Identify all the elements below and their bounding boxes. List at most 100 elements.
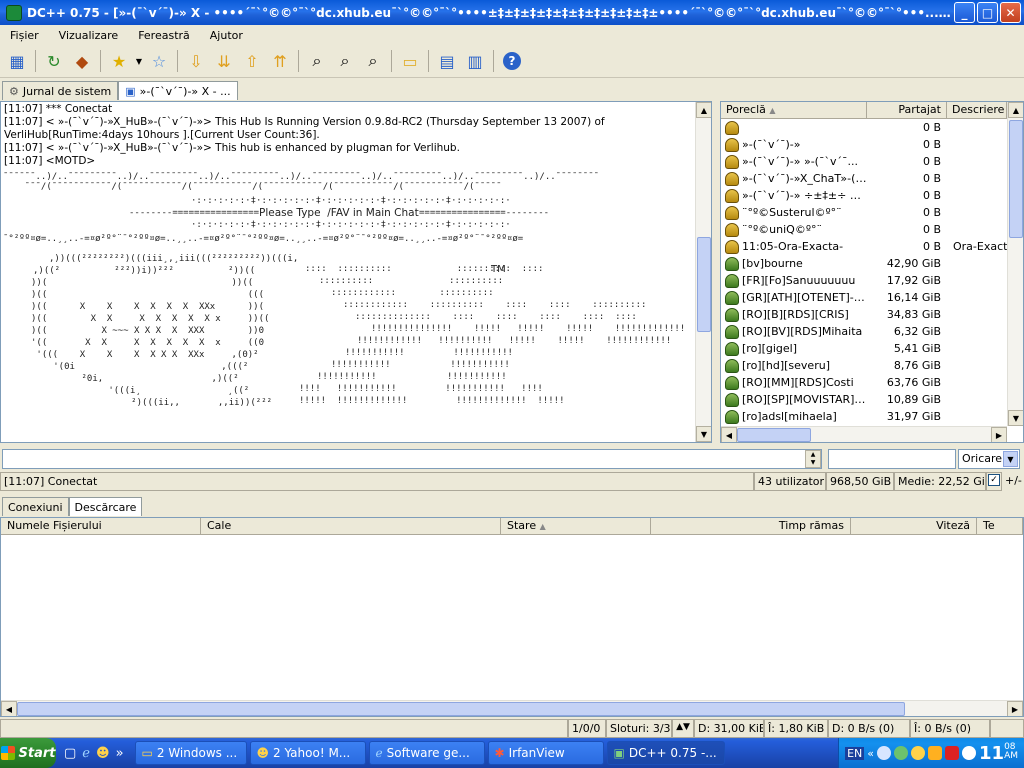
user-row[interactable]: ¨°º©Susterul©º°¨ 0 B <box>721 204 1023 221</box>
quicklaunch-chevron-icon[interactable]: » <box>116 746 124 761</box>
scroll-right-icon[interactable]: ▶ <box>991 427 1007 442</box>
scroll-up-icon[interactable]: ▲ <box>1008 102 1023 118</box>
user-row[interactable]: [ro]adsl[mihaela] 31,97 GiB <box>721 408 1023 425</box>
user-row[interactable]: 11:05-Ora-Exacta- 0 B Ora-Exacta <box>721 238 1023 255</box>
favorite-hubs-icon[interactable]: ★ <box>106 48 132 74</box>
column-description[interactable]: Descriere <box>947 102 1007 118</box>
show-users-checkbox[interactable]: ✓ <box>986 472 1002 491</box>
userlist-hscroll-thumb[interactable] <box>737 428 811 442</box>
tray-messenger-icon[interactable] <box>911 746 926 760</box>
help-icon[interactable]: ? <box>499 48 525 74</box>
user-row[interactable]: »-(¯`v´¯)-»X_ChaT»-(¯... 0 B <box>721 170 1023 187</box>
search-icon[interactable]: ⌕ <box>304 48 330 74</box>
tab-downloads[interactable]: Descărcare <box>68 497 143 516</box>
menu-window[interactable]: Fereastră <box>128 29 200 42</box>
user-row[interactable]: »-(¯`v´¯)-» »-(¯`v´¯... 0 B <box>721 153 1023 170</box>
column-speed[interactable]: Viteză <box>851 518 977 534</box>
filter-column-select[interactable]: Oricare ▼ <box>958 449 1020 469</box>
user-row[interactable]: [GR][ATH][OTENET]-Mi... 16,14 GiB <box>721 289 1023 306</box>
clock[interactable]: 1108 AM <box>979 742 1018 764</box>
chat-scrollbar[interactable]: ▲ ▼ <box>695 102 711 442</box>
finished-downloads-icon[interactable]: ⇊ <box>211 48 237 74</box>
show-desktop-icon[interactable]: ▢ <box>64 746 76 761</box>
menu-help[interactable]: Ajutor <box>200 29 253 42</box>
taskbar-item-yahoo-messenger[interactable]: ☻ 2 Yahoo! M... <box>249 741 366 765</box>
favorite-users-icon[interactable]: ☆ <box>146 48 172 74</box>
column-status[interactable]: Stare ▲ <box>501 518 651 534</box>
tray-bluetooth-icon[interactable] <box>962 746 977 760</box>
minimize-button[interactable]: _ <box>954 2 975 23</box>
transfers-hscrollbar[interactable]: ◀ ▶ <box>1 700 1023 716</box>
chevron-down-icon[interactable]: ▼ <box>1003 451 1018 467</box>
column-total[interactable]: Te <box>977 518 1023 534</box>
search-spy-icon[interactable]: ⌕ <box>360 48 386 74</box>
tab-connections[interactable]: Conexiuni <box>2 497 69 516</box>
follow-redirect-icon[interactable]: ◆ <box>69 48 95 74</box>
tray-chevron-icon[interactable]: « <box>867 747 874 760</box>
chat-message-input[interactable] <box>2 449 822 469</box>
user-list[interactable]: Poreclă ▲ Partajat Descriere 0 B »-(¯`v´¯… <box>720 101 1024 443</box>
userlist-scroll-thumb[interactable] <box>1009 120 1023 238</box>
user-filter-input[interactable] <box>828 449 956 469</box>
user-row[interactable]: [RO][B][RDS][CRIS] 34,83 GiB <box>721 306 1023 323</box>
language-indicator[interactable]: EN <box>845 746 865 760</box>
taskbar-item-irfanview[interactable]: ✱ IrfanView <box>487 741 604 765</box>
userlist-scrollbar[interactable]: ▲ ▼ <box>1007 102 1023 426</box>
public-hubs-icon[interactable]: ▦ <box>4 48 30 74</box>
finished-uploads-icon[interactable]: ⇈ <box>267 48 293 74</box>
menu-view[interactable]: Vizualizare <box>49 29 129 42</box>
user-row[interactable]: 0 B <box>721 119 1023 136</box>
scroll-left-icon[interactable]: ◀ <box>721 427 737 442</box>
upload-queue-icon[interactable]: ⇧ <box>239 48 265 74</box>
scroll-down-icon[interactable]: ▼ <box>1008 410 1023 426</box>
tray-network-icon[interactable] <box>894 746 909 760</box>
maximize-button[interactable]: □ <box>977 2 998 23</box>
tab-system-log[interactable]: ⚙ Jurnal de sistem <box>2 81 119 100</box>
column-path[interactable]: Cale <box>201 518 501 534</box>
notepad-icon[interactable]: ▥ <box>462 48 488 74</box>
user-row[interactable]: ¨°º©uniQ©º°¨ 0 B <box>721 221 1023 238</box>
menu-file[interactable]: Fișier <box>0 29 49 42</box>
taskbar-item-browser[interactable]: ℯ Software ge... <box>368 741 485 765</box>
column-time-left[interactable]: Timp rămas <box>651 518 851 534</box>
user-row[interactable]: [RO][SP][MOVISTAR]D... 10,89 GiB <box>721 391 1023 408</box>
reconnect-icon[interactable]: ↻ <box>41 48 67 74</box>
user-row[interactable]: [bv]bourne 42,90 GiB <box>721 255 1023 272</box>
close-button[interactable]: ✕ <box>1000 2 1021 23</box>
taskbar-item-dcpp[interactable]: ▣ DC++ 0.75 -... <box>606 741 725 765</box>
adl-search-icon[interactable]: ⌕ <box>332 48 358 74</box>
download-queue-icon[interactable]: ⇩ <box>183 48 209 74</box>
start-button[interactable]: Start <box>0 738 56 768</box>
tray-app-icon[interactable] <box>877 746 892 760</box>
column-shared[interactable]: Partajat <box>867 102 947 118</box>
tab-hub[interactable]: ▣ »-(¯`v´¯)-» X - ... <box>118 81 238 100</box>
messenger-icon[interactable]: ☻ <box>96 746 110 761</box>
chat-window[interactable]: [11:07] *** Conectat [11:07] < »-(¯`v´¯)… <box>0 101 712 443</box>
taskbar-item-windows-explorer[interactable]: ▭ 2 Windows ... <box>134 741 247 765</box>
scroll-right-icon[interactable]: ▶ <box>1007 701 1023 716</box>
user-row[interactable]: [FR][Fo]Sanuuuuuuu 17,92 GiB <box>721 272 1023 289</box>
user-row[interactable]: [RO][MM][RDS]Costi 63,76 GiB <box>721 374 1023 391</box>
user-row[interactable]: »-(¯`v´¯)-» 0 B <box>721 136 1023 153</box>
slots-spinner[interactable]: ▲▼ <box>672 719 694 738</box>
column-nick[interactable]: Poreclă ▲ <box>721 102 867 118</box>
open-file-list-icon[interactable]: ▭ <box>397 48 423 74</box>
tray-security-icon[interactable] <box>928 746 943 760</box>
scroll-left-icon[interactable]: ◀ <box>1 701 17 716</box>
dropdown-arrow-icon[interactable]: ▼ <box>134 48 144 74</box>
scroll-down-icon[interactable]: ▼ <box>696 426 711 442</box>
tray-antivirus-icon[interactable] <box>945 746 960 760</box>
settings-icon[interactable]: ▤ <box>434 48 460 74</box>
userlist-hscrollbar[interactable]: ◀ ▶ <box>721 426 1007 442</box>
internet-explorer-icon[interactable]: ℯ <box>82 746 90 761</box>
column-filename[interactable]: Numele Fișierului <box>1 518 201 534</box>
user-row[interactable]: [ro][gigel] 5,41 GiB <box>721 340 1023 357</box>
transfer-list[interactable]: Numele Fișierului Cale Stare ▲ Timp răma… <box>0 517 1024 717</box>
transfers-hscroll-thumb[interactable] <box>17 702 905 716</box>
scroll-up-icon[interactable]: ▲ <box>696 102 711 118</box>
chat-scroll-thumb[interactable] <box>697 237 711 332</box>
user-row[interactable]: [RO][BV][RDS]Mihaita 6,32 GiB <box>721 323 1023 340</box>
message-spinner[interactable]: ▲ ▼ <box>805 450 821 468</box>
user-row[interactable]: [ro][hd][severu] 8,76 GiB <box>721 357 1023 374</box>
user-row[interactable]: »-(¯`v´¯)-» ÷±‡±÷ »-(... 0 B <box>721 187 1023 204</box>
